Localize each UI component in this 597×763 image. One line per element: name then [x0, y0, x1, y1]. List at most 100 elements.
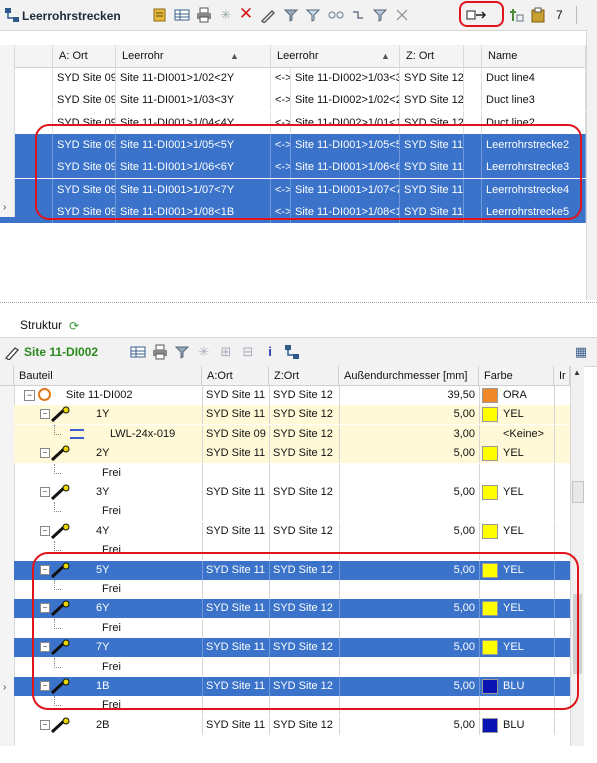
row-header-column	[0, 45, 15, 217]
color-name: YEL	[503, 408, 524, 421]
cell-a-ort	[202, 502, 269, 521]
struktur-toolbar: Site 11-DI002 ✳ ⊞ ⊟ i ▦	[0, 337, 597, 367]
column-chooser-icon[interactable]: ▦	[573, 344, 589, 360]
table-icon[interactable]	[130, 344, 146, 360]
tree-row[interactable]: − Site 11-DI002 SYD Site 11 SYD Site 12 39,5…	[14, 386, 570, 405]
properties-icon[interactable]	[152, 7, 168, 23]
duct-segments-icon[interactable]	[284, 344, 300, 360]
grid-divider	[202, 502, 203, 522]
current-row-indicator-icon: ›	[3, 682, 7, 693]
tree-row[interactable]: − 3Y SYD Site 11 SYD Site 12 5,00 YEL	[14, 483, 570, 502]
cell-diameter: 5,00	[453, 447, 475, 460]
duct-segments-icon	[4, 7, 20, 23]
col-name[interactable]: Name	[482, 45, 586, 67]
cell-diameter: 3,00	[453, 427, 475, 440]
tree-row[interactable]: − 2B SYD Site 11 SYD Site 12 5,00 BLU	[14, 715, 570, 735]
star-icon[interactable]: ✳	[196, 344, 212, 360]
collapse-node-icon[interactable]: −	[40, 487, 50, 497]
print-icon[interactable]	[152, 344, 168, 360]
collapse-node-icon[interactable]: −	[40, 448, 50, 459]
col-a-ort[interactable]: A:Ort	[202, 366, 269, 386]
col-z-ort[interactable]: Z:Ort	[269, 366, 339, 386]
expand-icon[interactable]: ⊞	[218, 344, 234, 360]
cell-farbe: YEL	[479, 522, 554, 541]
refresh-icon[interactable]: ⟳	[66, 318, 82, 334]
cell-bauteil: 2B	[96, 718, 110, 731]
info-icon[interactable]: i	[262, 344, 278, 360]
cell-farbe	[479, 502, 554, 521]
grid-divider	[339, 483, 340, 502]
cell-z-ort: SYD Site 12	[273, 427, 333, 440]
grid-divider	[339, 444, 340, 464]
col-leerrohr-z-label: Leerrohr	[277, 50, 319, 62]
cell-a-ort: SYD Site 11	[206, 486, 266, 498]
col-aussendurchmesser[interactable]: Außendurchmesser [mm]	[339, 366, 479, 386]
cell-bauteil: LWL-24x-019	[110, 427, 176, 440]
duct-segment-row[interactable]: SYD Site 09 Site 11-DI001>1/02<2Y <-> Site …	[0, 67, 586, 89]
collapse-icon[interactable]: ⊟	[240, 344, 256, 360]
grid-divider	[479, 386, 480, 405]
tree-row[interactable]: − 4Y SYD Site 11 SYD Site 12 5,00 YEL	[14, 521, 570, 541]
tree-row[interactable]: − 1Y SYD Site 11 SYD Site 12 5,00 YEL	[14, 405, 570, 425]
grid-divider	[269, 502, 270, 522]
row-blank-cell	[14, 89, 53, 112]
color-swatch	[482, 407, 498, 423]
star-icon[interactable]: ✳	[218, 7, 234, 23]
add-duct-icon[interactable]	[508, 7, 524, 23]
filter-icon[interactable]	[174, 344, 190, 360]
col-bauteil[interactable]: Bauteil	[14, 366, 202, 386]
tree-row[interactable]: LWL-24x-019 SYD Site 09 SYD Site 12 3,00 <Ke…	[14, 424, 570, 444]
grid-divider	[269, 521, 270, 541]
collapse-node-icon[interactable]: −	[24, 390, 35, 401]
disconnect-icon[interactable]	[394, 7, 410, 23]
col-gap	[464, 45, 482, 67]
grid-divider	[202, 715, 203, 735]
row-blank-cell	[14, 67, 53, 89]
grid-divider	[269, 405, 270, 425]
current-row-indicator-icon: ›	[3, 202, 7, 213]
scroll-up-icon[interactable]: ▲	[573, 368, 581, 377]
color-name: YEL	[503, 524, 524, 537]
tree-row[interactable]: − 2Y SYD Site 11 SYD Site 12 5,00 YEL	[14, 444, 570, 464]
route-icon[interactable]	[372, 7, 388, 23]
edit-duct-icon[interactable]	[260, 7, 276, 23]
grid-divider	[479, 424, 480, 444]
col-leerrohr-z[interactable]: Leerrohr ▲	[271, 45, 400, 67]
panel-splitter[interactable]	[0, 302, 597, 307]
grid-divider	[269, 386, 270, 405]
color-name: BLU	[503, 718, 525, 731]
filter-icon[interactable]	[283, 7, 299, 23]
scroll-thumb[interactable]	[572, 481, 584, 503]
filter-clear-icon[interactable]	[305, 7, 321, 23]
duct-icon	[50, 523, 70, 540]
col-a-ort[interactable]: A: Ort	[53, 45, 116, 67]
grid-divider	[269, 444, 270, 464]
cell-diameter: 5,00	[453, 408, 475, 421]
struktur-row-header-corner	[0, 366, 14, 386]
grid-divider	[339, 502, 340, 522]
collapse-node-icon[interactable]: −	[40, 409, 50, 420]
cell-bauteil: 1Y	[96, 408, 110, 421]
duct-segment-row[interactable]: SYD Site 09 Site 11-DI001>1/03<3Y <-> Site …	[0, 89, 586, 112]
color-name: ORA	[503, 389, 527, 401]
delete-icon[interactable]: ✕	[238, 5, 254, 22]
table-icon[interactable]	[174, 7, 190, 23]
tree-row-free[interactable]: Frei	[14, 502, 570, 522]
selection-highlight-top	[35, 124, 582, 220]
collapse-node-icon[interactable]: −	[40, 719, 50, 730]
col-z-ort[interactable]: Z: Ort	[400, 45, 464, 67]
cell-z-ort: SYD Site 12	[273, 408, 333, 421]
print-icon[interactable]	[196, 7, 212, 23]
col-ir[interactable]: Ir	[554, 366, 570, 386]
bottom-margin	[0, 746, 597, 763]
link-icon[interactable]	[350, 7, 366, 23]
col-farbe[interactable]: Farbe	[479, 366, 554, 386]
col-leerrohr-a[interactable]: Leerrohr ▲	[116, 45, 271, 67]
clipboard-icon[interactable]	[530, 7, 546, 23]
connect-icon[interactable]	[328, 7, 344, 23]
collapse-node-icon[interactable]: −	[40, 525, 50, 536]
cell-z-ort: SYD Site 12	[273, 389, 333, 401]
top-right-scrollbar[interactable]	[586, 30, 597, 300]
struktur-title: Struktur	[20, 318, 63, 332]
tree-row-free[interactable]: Frei	[14, 463, 570, 483]
